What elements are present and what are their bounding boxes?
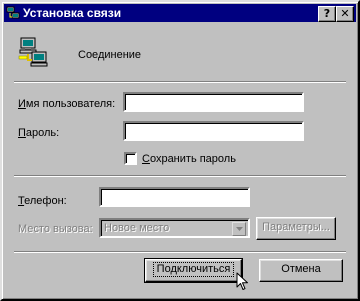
password-field[interactable] <box>123 121 304 141</box>
separator <box>14 81 346 83</box>
save-password-label[interactable]: Сохранить пароль <box>142 153 236 165</box>
dialog-window: Установка связи ? ✕ Соединение Имя польз… <box>0 0 360 301</box>
connection-icon <box>18 36 50 68</box>
close-button[interactable]: ✕ <box>336 6 354 22</box>
username-field[interactable] <box>123 92 304 112</box>
location-label: Место вызова: <box>18 223 93 235</box>
phone-field[interactable] <box>99 187 250 207</box>
save-password-checkbox[interactable] <box>124 152 137 165</box>
username-label: Имя пользователя: <box>18 98 116 110</box>
help-button[interactable]: ? <box>318 6 336 22</box>
connection-name: Соединение <box>78 49 142 61</box>
cursor-arrow-icon <box>236 272 249 292</box>
location-value: Новое место <box>104 222 170 234</box>
separator <box>14 251 346 253</box>
network-computers-icon <box>6 6 20 20</box>
chevron-down-icon[interactable] <box>232 222 246 236</box>
phone-label: Телефон: <box>18 195 67 207</box>
location-combobox[interactable]: Новое место <box>99 218 250 238</box>
cancel-button[interactable]: Отмена <box>259 259 343 282</box>
title-bar[interactable]: Установка связи ? ✕ <box>4 4 356 22</box>
parameters-button[interactable]: Параметры... <box>256 217 336 240</box>
separator <box>14 175 346 177</box>
password-label: Пароль: <box>18 127 60 139</box>
connect-button[interactable]: Подключиться <box>144 258 243 283</box>
window-title: Установка связи <box>23 6 122 20</box>
